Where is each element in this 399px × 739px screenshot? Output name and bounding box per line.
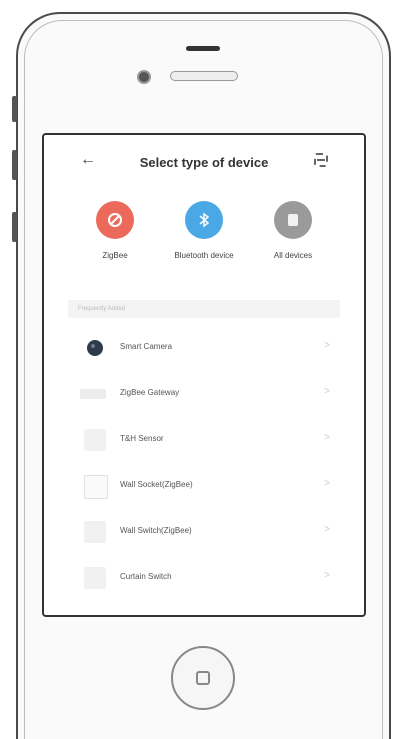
curtain-switch-icon [84, 567, 106, 589]
home-button[interactable] [171, 646, 235, 710]
gateway-icon [80, 389, 106, 399]
category-bluetooth[interactable]: Bluetooth device [159, 201, 249, 260]
list-item-label: Curtain Switch [120, 572, 172, 581]
section-header: Frequently Added [68, 300, 340, 318]
list-item-label: Wall Switch(ZigBee) [120, 526, 192, 535]
zigbee-icon [96, 201, 134, 239]
volume-down-button [12, 212, 17, 242]
chevron-right-icon: > [324, 570, 330, 581]
list-item-label: ZigBee Gateway [120, 388, 180, 397]
category-all-devices[interactable]: All devices [248, 201, 338, 260]
list-item-th-sensor[interactable]: T&H Sensor > [68, 417, 340, 463]
category-label: Bluetooth device [174, 251, 234, 260]
all-devices-icon [274, 201, 312, 239]
list-item-smart-camera[interactable]: Smart Camera > [68, 325, 340, 371]
chevron-right-icon: > [324, 340, 330, 351]
front-camera [137, 70, 151, 84]
list-item-label: T&H Sensor [120, 434, 164, 443]
chevron-right-icon: > [324, 524, 330, 535]
top-speaker [186, 46, 220, 51]
list-item-label: Wall Socket(ZigBee) [120, 480, 193, 489]
category-label: All devices [273, 251, 313, 260]
earpiece [170, 71, 238, 81]
device-list: Smart Camera > ZigBee Gateway > T&H Sens… [68, 325, 340, 601]
switch-icon [84, 521, 106, 543]
list-item-label: Smart Camera [120, 342, 173, 351]
chevron-right-icon: > [324, 478, 330, 489]
bluetooth-icon [185, 201, 223, 239]
volume-up-button [12, 150, 17, 180]
list-item-wall-switch[interactable]: Wall Switch(ZigBee) > [68, 509, 340, 555]
category-zigbee[interactable]: ZigBee [70, 201, 160, 260]
list-item-curtain-switch[interactable]: Curtain Switch > [68, 555, 340, 601]
chevron-right-icon: > [324, 386, 330, 397]
chevron-right-icon: > [324, 432, 330, 443]
sensor-icon [84, 429, 106, 451]
phone-screen: ← Select type of device ZigBee Bluetooth… [42, 133, 366, 617]
device-categories: ZigBee Bluetooth device All devices [70, 201, 338, 271]
scan-icon[interactable] [314, 153, 328, 167]
socket-icon [84, 475, 108, 499]
list-item-zigbee-gateway[interactable]: ZigBee Gateway > [68, 371, 340, 417]
category-label: ZigBee [102, 251, 128, 260]
mute-switch [12, 96, 17, 122]
camera-icon [84, 337, 106, 359]
top-bar: ← Select type of device [44, 135, 364, 187]
list-item-wall-socket[interactable]: Wall Socket(ZigBee) > [68, 463, 340, 509]
